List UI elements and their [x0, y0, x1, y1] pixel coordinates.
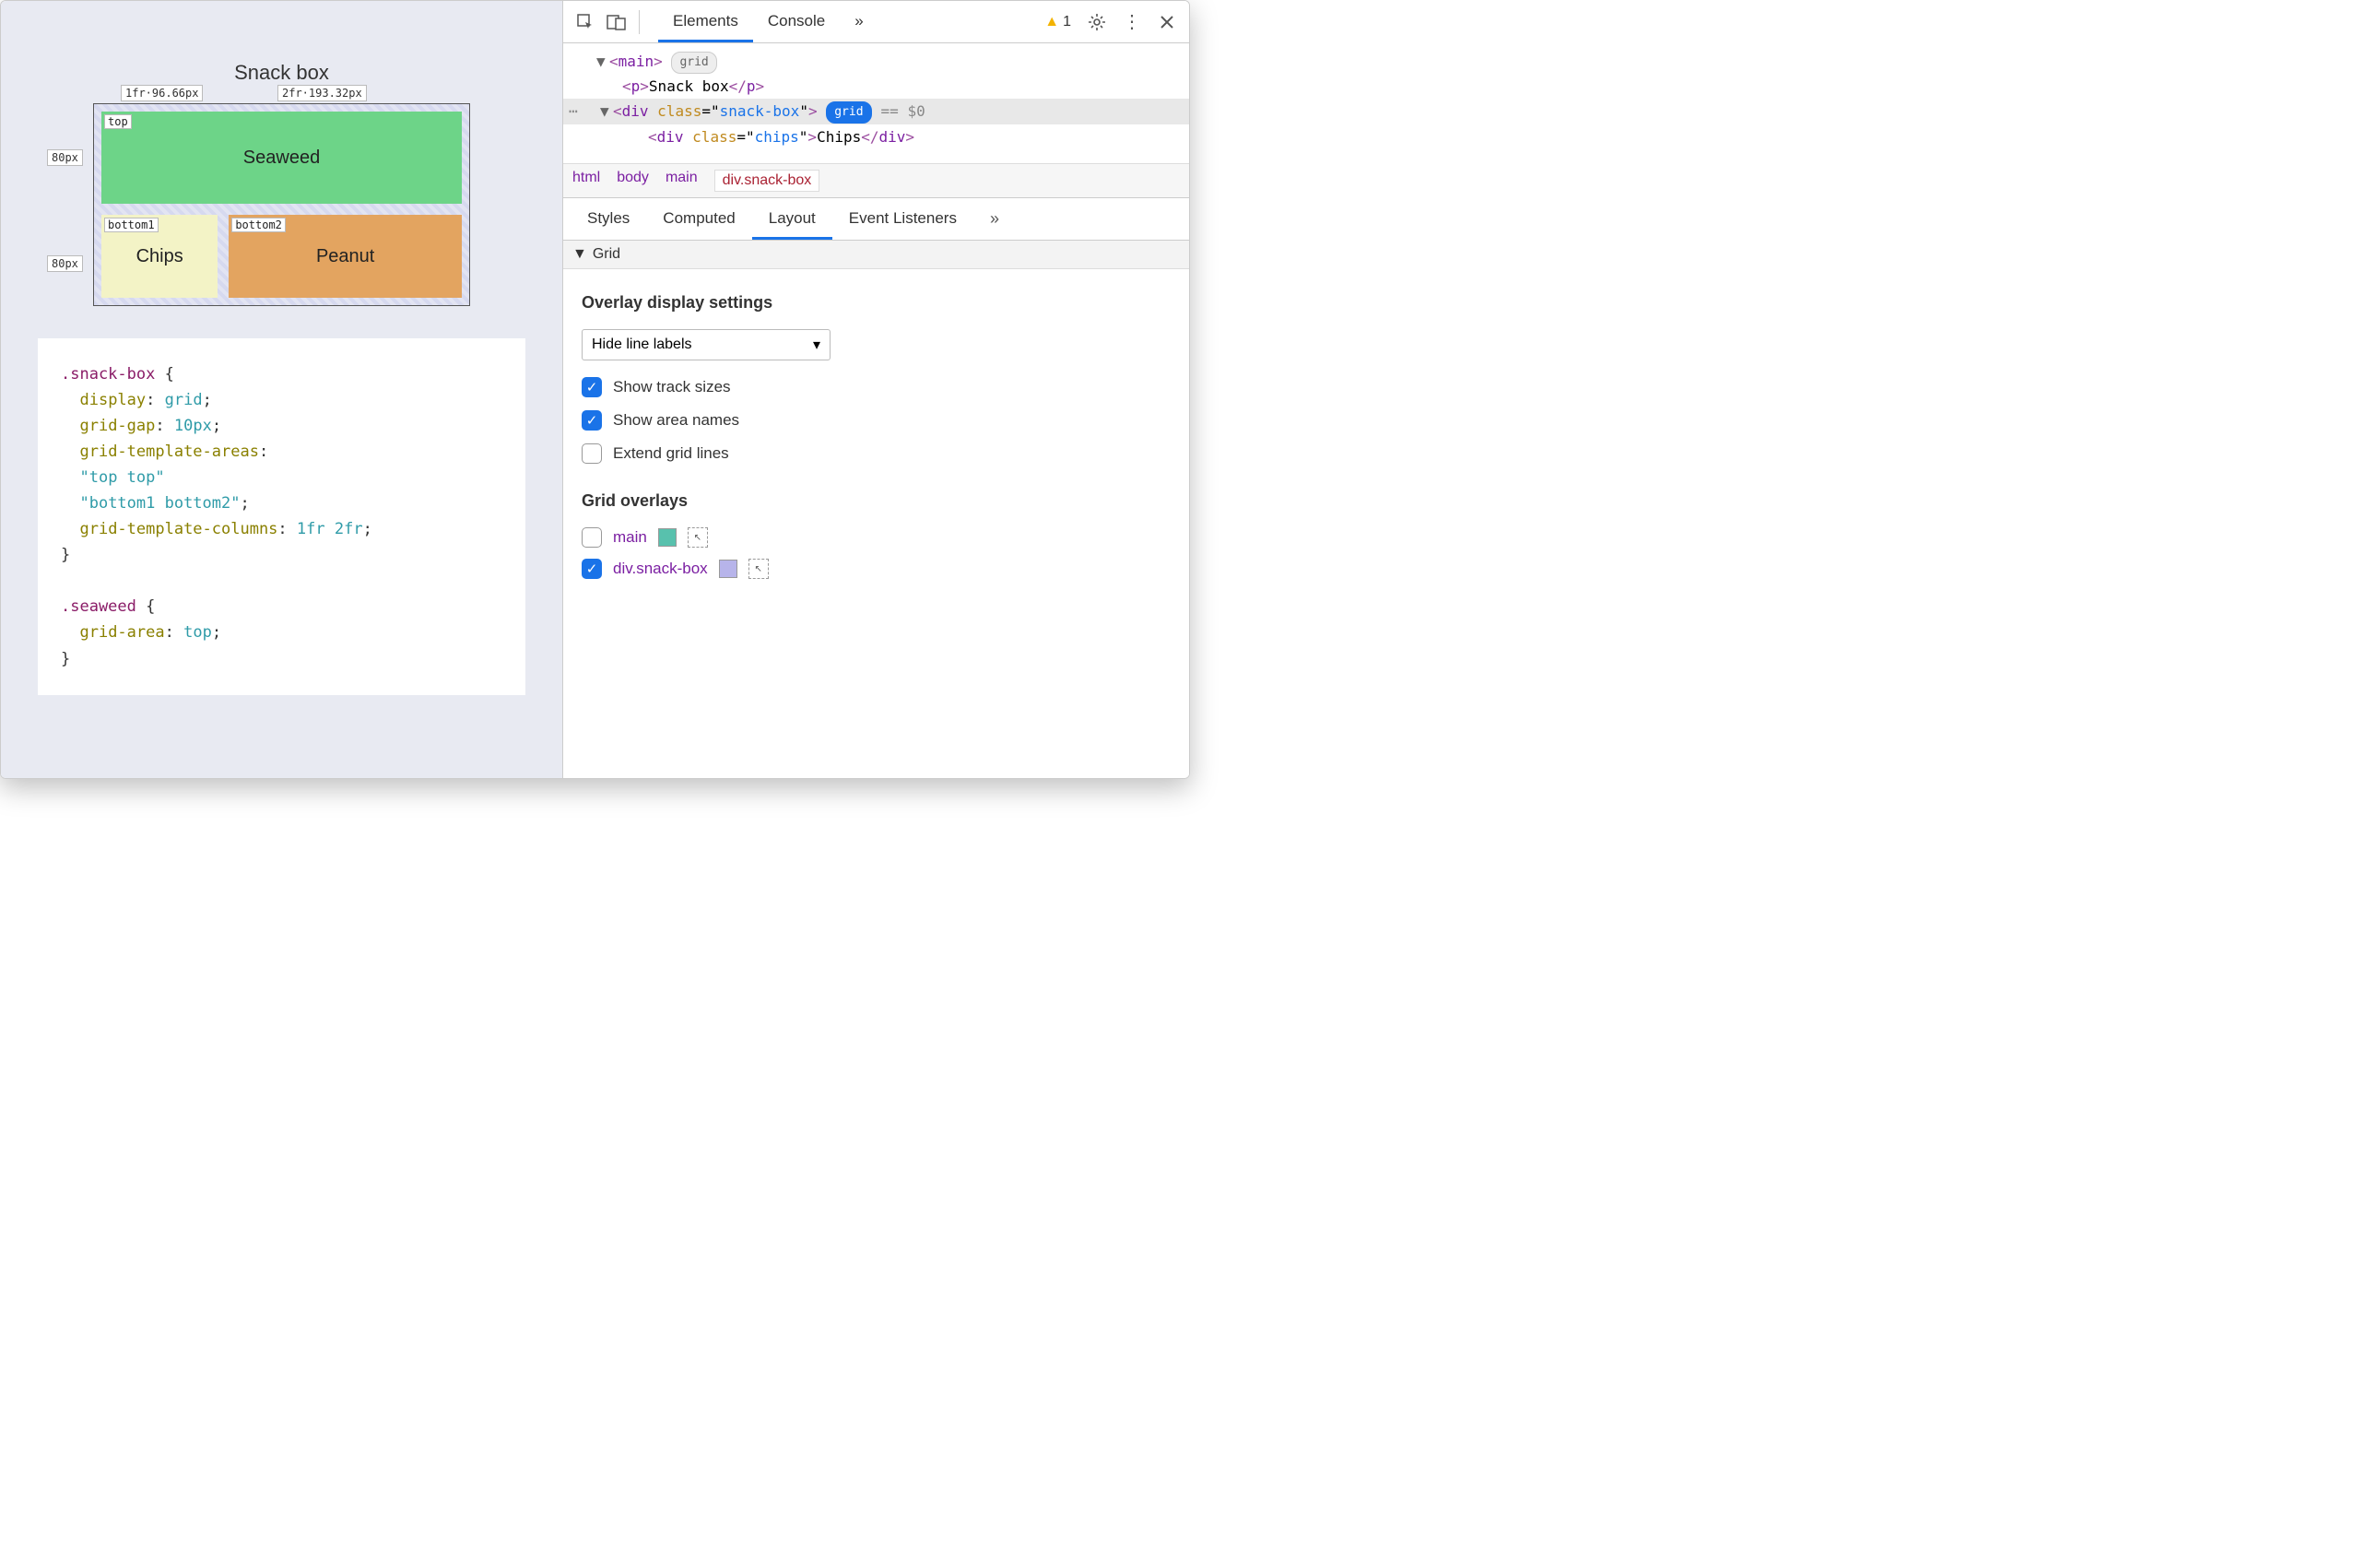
- checkbox-area-names[interactable]: ✓: [582, 410, 602, 431]
- opt-extend-lines-label: Extend grid lines: [613, 444, 729, 463]
- inspect-icon[interactable]: [572, 9, 598, 35]
- dom-p[interactable]: <p>Snack box</p>: [596, 74, 1189, 99]
- checkbox-track-sizes[interactable]: ✓: [582, 377, 602, 397]
- caret-down-icon: ▼: [572, 246, 587, 263]
- opt-track-sizes-label: Show track sizes: [613, 378, 731, 396]
- area-label-top: top: [104, 114, 132, 129]
- overlay-settings-heading: Overlay display settings: [582, 293, 1171, 313]
- devtools-toolbar: Elements Console » ▲ 1 ⋮: [563, 1, 1189, 43]
- overlay-snack-box: ✓ div.snack-box ↖: [582, 559, 1171, 579]
- grid-badge-snack[interactable]: grid: [826, 101, 871, 124]
- warning-icon: ▲: [1044, 14, 1059, 30]
- line-labels-select[interactable]: Hide line labels ▾: [582, 329, 831, 360]
- gear-icon[interactable]: [1084, 9, 1110, 35]
- ltab-event-listeners[interactable]: Event Listeners: [832, 198, 973, 240]
- overlay-main-check[interactable]: [582, 527, 602, 548]
- lower-tabs: Styles Computed Layout Event Listeners »: [563, 198, 1189, 241]
- app-root: Snack box 1fr·96.66px 2fr·193.32px 80px …: [0, 0, 1190, 779]
- overlay-main-highlight-icon[interactable]: ↖: [688, 527, 708, 548]
- row-label-2: 80px: [47, 255, 83, 272]
- overlay-snack-name[interactable]: div.snack-box: [613, 560, 708, 578]
- opt-area-names-label: Show area names: [613, 411, 739, 430]
- tab-console[interactable]: Console: [753, 2, 840, 42]
- overlay-main: main ↖: [582, 527, 1171, 548]
- device-toggle-icon[interactable]: [604, 9, 630, 35]
- lower-panel: Styles Computed Layout Event Listeners »…: [563, 198, 1189, 778]
- overlay-snack-check[interactable]: ✓: [582, 559, 602, 579]
- layout-body: Overlay display settings Hide line label…: [563, 269, 1189, 778]
- kebab-menu-icon[interactable]: ⋮: [1123, 10, 1141, 33]
- cell-chips-text: Chips: [136, 246, 183, 267]
- bc-html[interactable]: html: [572, 170, 600, 192]
- area-label-bottom2: bottom2: [231, 218, 286, 232]
- bc-snack-box[interactable]: div.snack-box: [714, 170, 820, 192]
- overlay-snack-highlight-icon[interactable]: ↖: [748, 559, 769, 579]
- dom-snack-box[interactable]: ▼<div class="snack-box"> grid== $0: [563, 99, 1189, 124]
- close-icon[interactable]: [1154, 9, 1180, 35]
- warning-count: 1: [1063, 14, 1071, 30]
- area-label-bottom1: bottom1: [104, 218, 159, 232]
- ltab-layout[interactable]: Layout: [752, 198, 832, 240]
- select-value: Hide line labels: [592, 336, 692, 353]
- ltab-styles[interactable]: Styles: [571, 198, 646, 240]
- cell-seaweed: top Seaweed: [101, 112, 462, 204]
- warnings-badge[interactable]: ▲ 1: [1044, 14, 1071, 30]
- overlay-main-name[interactable]: main: [613, 528, 647, 547]
- grid-section-title: Grid: [593, 246, 620, 263]
- preview-pane: Snack box 1fr·96.66px 2fr·193.32px 80px …: [1, 1, 563, 778]
- bc-body[interactable]: body: [617, 170, 649, 192]
- chevron-down-icon: ▾: [813, 336, 820, 354]
- cell-peanut-text: Peanut: [316, 246, 374, 267]
- grid-section-head[interactable]: ▼ Grid: [563, 241, 1189, 269]
- grid-overlays-heading: Grid overlays: [582, 491, 1171, 511]
- col-label-2: 2fr·193.32px: [277, 85, 367, 101]
- grid-badge-main[interactable]: grid: [671, 52, 716, 74]
- toolbar-sep: [639, 10, 640, 34]
- cell-chips: bottom1 Chips: [101, 215, 218, 298]
- ltab-more[interactable]: »: [981, 198, 1008, 240]
- cell-peanut: bottom2 Peanut: [229, 215, 462, 298]
- opt-extend-lines[interactable]: Extend grid lines: [582, 443, 1171, 464]
- code-pane: .snack-box { display: grid; grid-gap: 10…: [38, 338, 525, 695]
- breadcrumb: html body main div.snack-box: [563, 163, 1189, 198]
- dom-chips[interactable]: <div class="chips">Chips</div>: [596, 124, 1189, 149]
- overlay-snack-swatch[interactable]: [719, 560, 737, 578]
- dom-tree[interactable]: ▼<main> grid <p>Snack box</p> ▼<div clas…: [563, 43, 1189, 163]
- checkbox-extend-lines[interactable]: [582, 443, 602, 464]
- opt-track-sizes[interactable]: ✓ Show track sizes: [582, 377, 1171, 397]
- row-label-1: 80px: [47, 149, 83, 166]
- opt-area-names[interactable]: ✓ Show area names: [582, 410, 1171, 431]
- devtools-pane: Elements Console » ▲ 1 ⋮ ▼<main> grid: [563, 1, 1189, 778]
- dom-main[interactable]: ▼<main> grid: [596, 49, 1189, 74]
- bc-main[interactable]: main: [666, 170, 698, 192]
- grid-wrap: 1fr·96.66px 2fr·193.32px 80px 80px top S…: [93, 103, 470, 306]
- preview-title: Snack box: [38, 61, 525, 85]
- ltab-computed[interactable]: Computed: [646, 198, 751, 240]
- overlay-main-swatch[interactable]: [658, 528, 677, 547]
- col-label-1: 1fr·96.66px: [121, 85, 203, 101]
- snack-box-grid: top Seaweed bottom1 Chips bottom2 Peanut: [93, 103, 470, 306]
- tab-elements[interactable]: Elements: [658, 2, 753, 42]
- cell-seaweed-text: Seaweed: [243, 148, 320, 169]
- tab-more[interactable]: »: [840, 2, 878, 42]
